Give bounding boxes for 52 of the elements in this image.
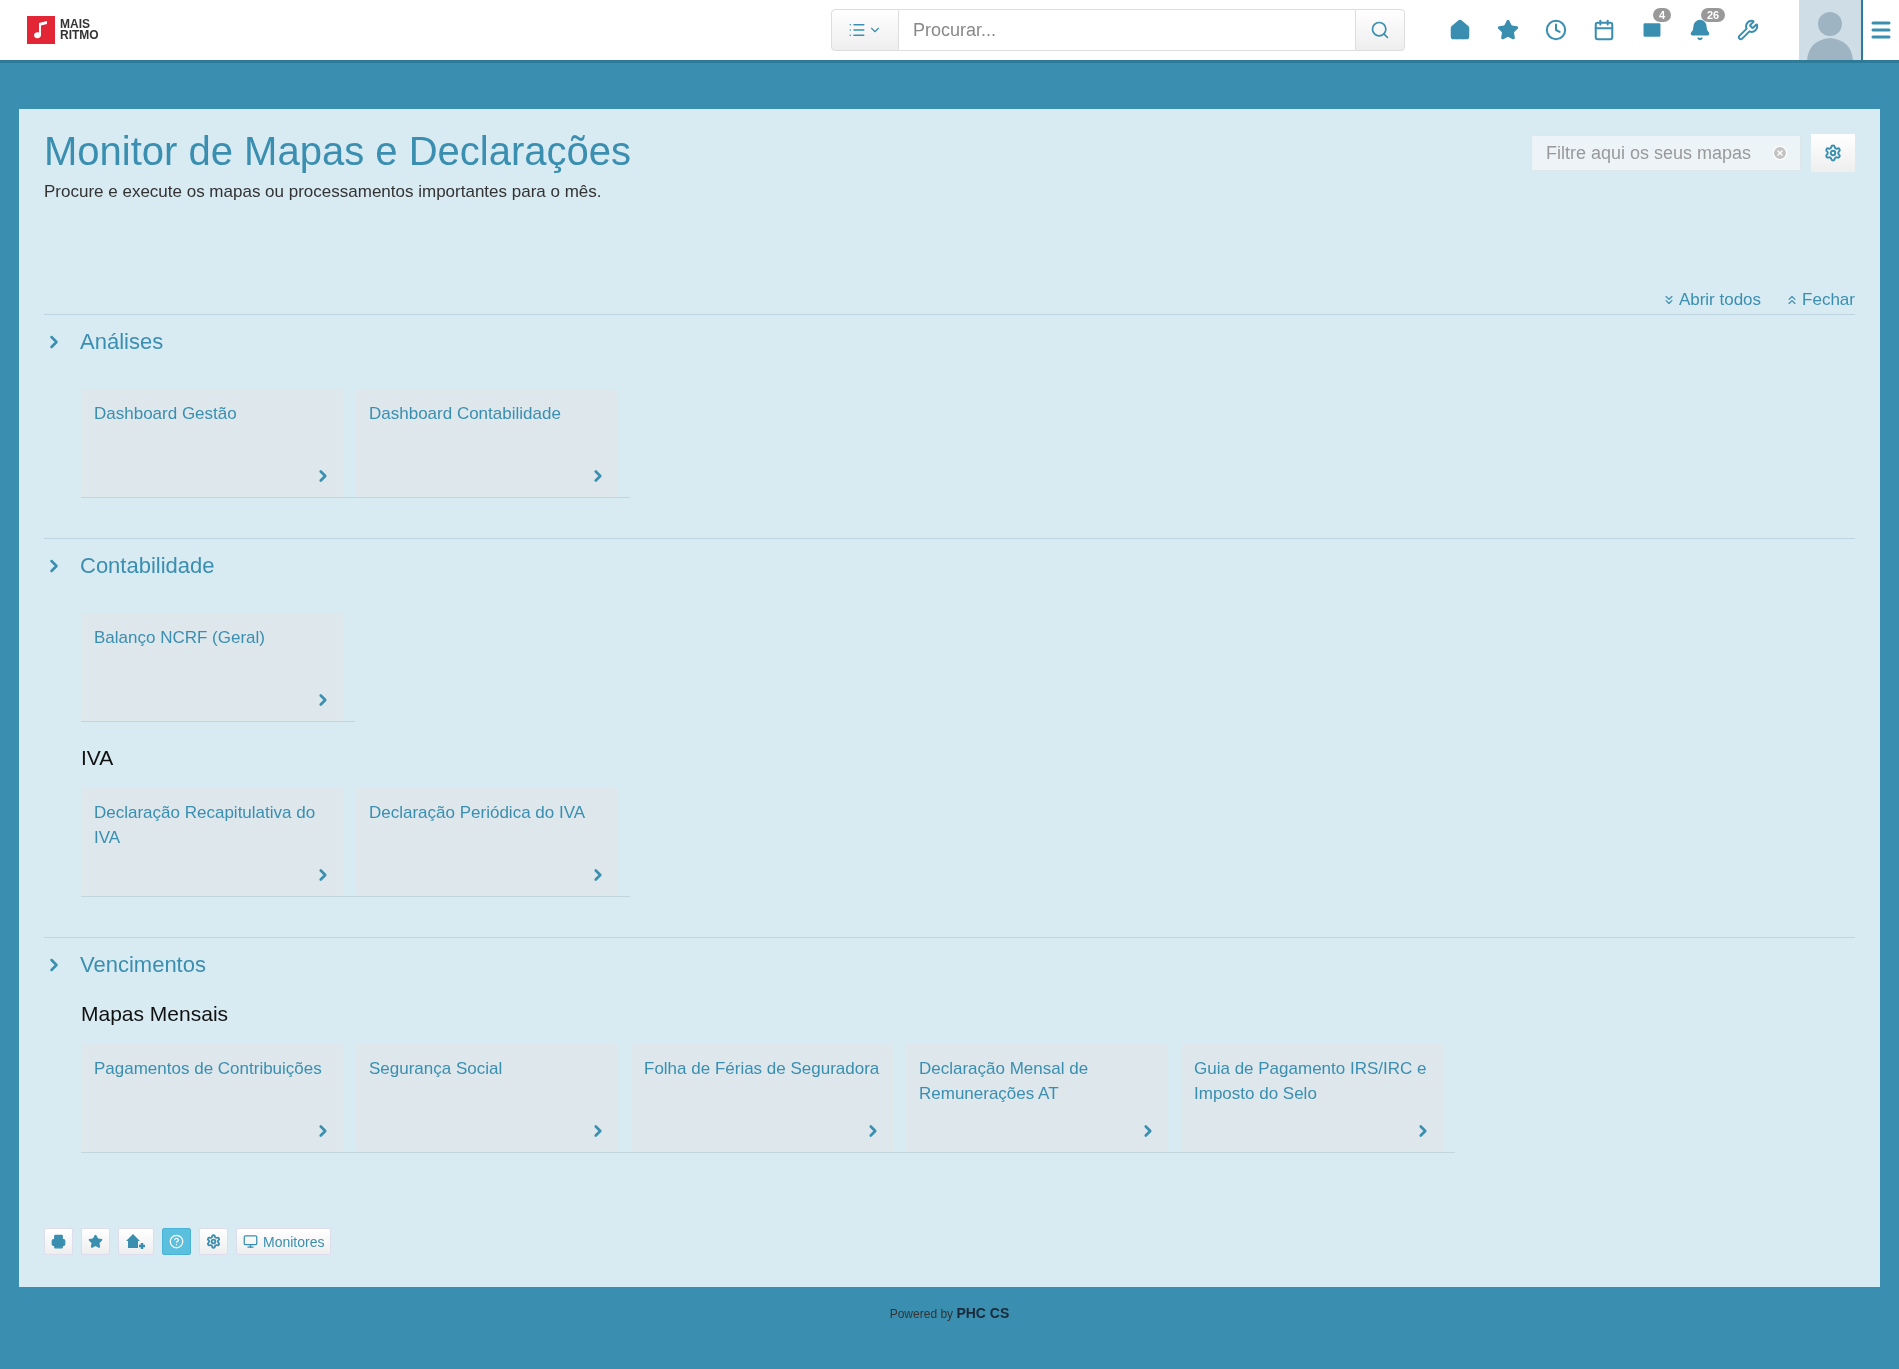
star-icon bbox=[88, 1234, 103, 1249]
section-header[interactable]: Análises bbox=[44, 329, 164, 355]
page-title: Monitor de Mapas e Declarações bbox=[44, 129, 632, 174]
report-card[interactable]: Declaração Periódica do IVA bbox=[356, 788, 618, 896]
page-subtitle: Procure e execute os mapas ou processamentos importantes para o mês. bbox=[44, 182, 603, 202]
section-header[interactable]: Vencimentos bbox=[44, 952, 206, 978]
list-dropdown-button[interactable] bbox=[831, 9, 899, 51]
monitor-icon bbox=[243, 1234, 258, 1249]
group-title: Mapas Mensais bbox=[81, 1002, 230, 1026]
report-card[interactable]: Pagamentos de Contribuições bbox=[81, 1044, 343, 1152]
report-card[interactable]: Dashboard Gestão bbox=[81, 389, 343, 497]
settings-icon bbox=[206, 1234, 221, 1249]
search-button[interactable] bbox=[1355, 9, 1405, 51]
help-icon bbox=[169, 1234, 184, 1249]
avatar[interactable] bbox=[1799, 0, 1863, 60]
list-icon bbox=[848, 21, 866, 39]
logo-icon bbox=[27, 16, 55, 44]
monitors-button[interactable]: Monitores bbox=[236, 1228, 332, 1255]
powered-by-text: Powered by PHC CS bbox=[888, 1304, 1011, 1321]
filter-field[interactable]: Filtre aqui os seus mapas bbox=[1531, 135, 1801, 171]
report-card[interactable]: Balanço NCRF (Geral) bbox=[81, 613, 343, 721]
count-badge: 26 bbox=[1701, 8, 1726, 22]
search-icon bbox=[1370, 20, 1390, 40]
wrench-icon[interactable] bbox=[1737, 19, 1759, 41]
home-plus-icon bbox=[125, 1233, 147, 1250]
report-card[interactable]: Guia de Pagamento IRS/IRC e Imposto do Selo bbox=[1181, 1044, 1443, 1152]
report-card[interactable]: Declaração Recapitulativa do IVA bbox=[81, 788, 343, 896]
settings-button[interactable] bbox=[1811, 134, 1855, 172]
home-icon[interactable] bbox=[1449, 19, 1471, 41]
home-plus-button[interactable] bbox=[118, 1228, 154, 1255]
help-button[interactable] bbox=[162, 1228, 191, 1255]
star-icon[interactable] bbox=[1497, 19, 1519, 41]
settings-icon bbox=[1824, 144, 1842, 162]
logo-text: MAIS bbox=[60, 19, 90, 30]
clear-icon bbox=[1772, 145, 1788, 161]
calendar-icon[interactable] bbox=[1593, 19, 1615, 41]
expand-all-link[interactable]: Abrir todos bbox=[1661, 290, 1762, 310]
section-header[interactable]: Contabilidade bbox=[44, 553, 215, 579]
collapse-all-link[interactable]: Fechar bbox=[1785, 290, 1855, 310]
printer-button[interactable] bbox=[44, 1228, 73, 1255]
clock-icon[interactable] bbox=[1545, 19, 1567, 41]
bell-icon[interactable] bbox=[1689, 19, 1711, 41]
search-field[interactable]: Procurar... bbox=[899, 9, 1355, 51]
group-title: IVA bbox=[81, 746, 115, 770]
report-card[interactable]: Folha de Férias de Seguradora bbox=[631, 1044, 893, 1152]
logo-text: RITMO bbox=[60, 30, 99, 41]
star-button[interactable] bbox=[81, 1228, 110, 1255]
report-card[interactable]: Dashboard Contabilidade bbox=[356, 389, 618, 497]
report-card[interactable]: Segurança Social bbox=[356, 1044, 618, 1152]
count-badge: 4 bbox=[1653, 8, 1672, 22]
report-card[interactable]: Declaração Mensal de Remunerações AT bbox=[906, 1044, 1168, 1152]
settings-button[interactable] bbox=[199, 1228, 228, 1255]
